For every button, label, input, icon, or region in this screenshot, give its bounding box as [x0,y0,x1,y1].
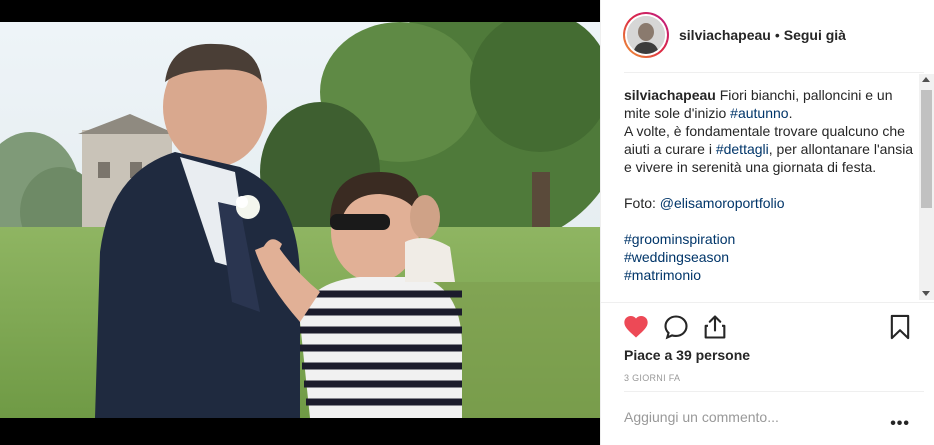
photographer-mention[interactable]: @elisamoroportfolio [660,195,785,211]
header-username[interactable]: silviachapeau [679,27,771,43]
avatar-image [627,16,665,54]
caption-scrollbar[interactable] [919,74,934,300]
post-photo[interactable] [0,22,600,418]
more-options-icon[interactable]: ••• [890,415,910,433]
save-button[interactable] [886,313,914,341]
scroll-up-arrow-icon[interactable] [922,77,930,82]
share-icon [704,315,726,339]
hashtag-groominspiration[interactable]: #groominspiration [624,231,735,247]
comment-icon [664,315,688,340]
hashtag-dettagli[interactable]: #dettagli [716,141,769,157]
heart-icon [624,316,648,338]
like-button[interactable] [622,313,650,341]
header-separator: • [774,27,780,43]
caption: silviachapeau Fiori bianchi, palloncini … [624,73,914,284]
photo-credit-label: Foto: [624,195,660,211]
caption-area: silviachapeau Fiori bianchi, palloncini … [624,72,924,302]
post-actions: Piace a 39 persone 3 GIORNI FA ••• [600,302,934,442]
likes-count[interactable]: Piace a 39 persone [624,347,750,363]
scroll-down-arrow-icon[interactable] [922,291,930,296]
post-timestamp[interactable]: 3 GIORNI FA [624,373,680,383]
follow-status-button[interactable]: Segui già [784,27,846,43]
caption-text: . [788,105,793,121]
comment-button[interactable] [662,313,690,341]
hashtag-matrimonio[interactable]: #matrimonio [624,267,701,283]
bookmark-icon [890,314,910,340]
scroll-thumb[interactable] [921,90,932,208]
hashtag-autunno[interactable]: #autunno [730,105,788,121]
comment-bar: ••• [624,391,924,441]
hashtag-weddingseason[interactable]: #weddingseason [624,249,729,265]
post-media [0,0,600,445]
share-button[interactable] [701,313,729,341]
avatar[interactable] [623,12,669,58]
caption-username[interactable]: silviachapeau [624,87,716,103]
comment-input[interactable] [624,408,874,425]
post-header: silviachapeau • Segui già [601,0,934,70]
